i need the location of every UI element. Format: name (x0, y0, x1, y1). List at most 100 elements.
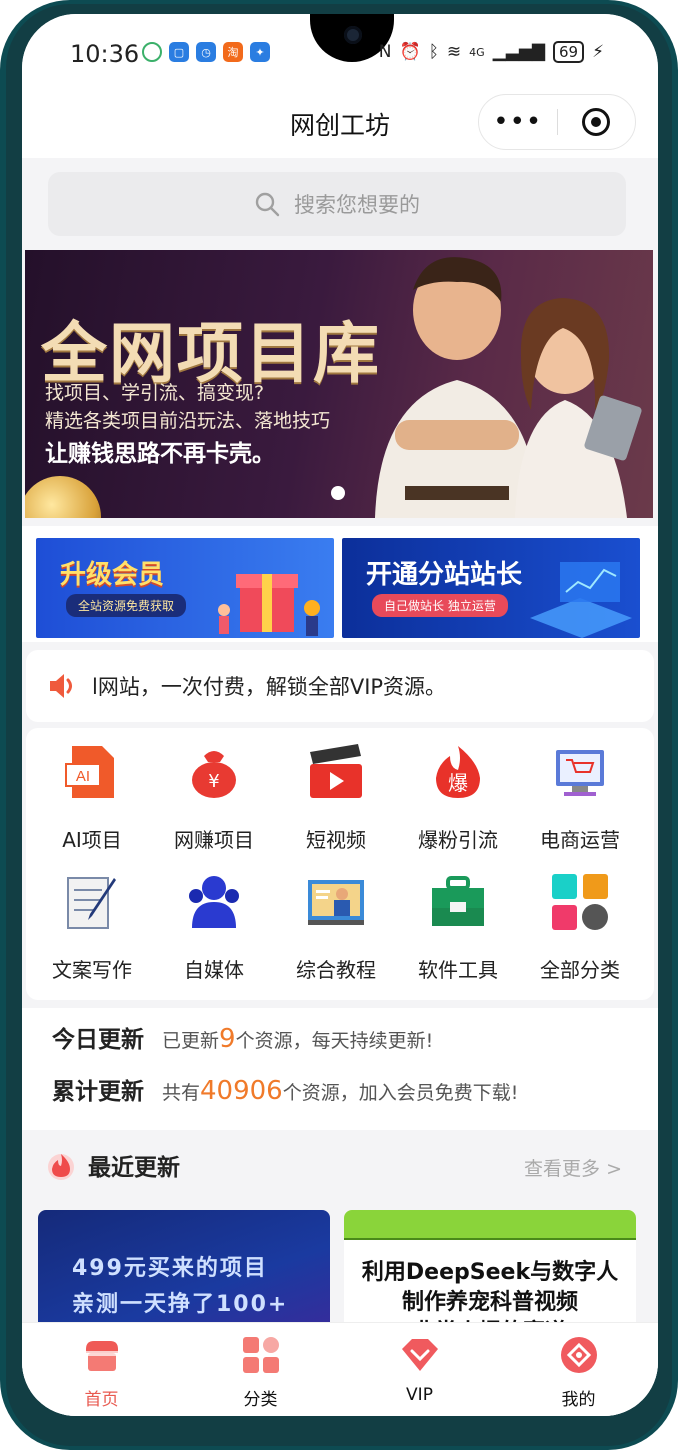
category-ecommerce[interactable]: 电商运营 (520, 728, 640, 852)
announcement-text: l网站，一次付费，解锁全部VIP资源。 (92, 675, 447, 699)
category-label: 短视频 (306, 828, 366, 852)
status-bar: 10:36 ▢ ◷ 淘 ✦ N ⏰ ᛒ ≋ 4G ▁▃▅▇ 69 ⚡ (22, 14, 658, 90)
category-label: AI项目 (62, 828, 122, 852)
today-update-row: 今日更新 已更新9个资源，每天持续更新! (52, 1020, 433, 1054)
tab-label: 首页 (84, 1390, 119, 1410)
more-menu-button[interactable]: ••• (479, 109, 557, 135)
sync-icon (142, 42, 162, 62)
tab-category[interactable]: 分类 (181, 1323, 340, 1416)
upgrade-vip-promo[interactable]: 升级会员 全站资源免费获取 (36, 538, 334, 638)
bulb-app-icon: ✦ (250, 42, 270, 62)
gift-box-icon (218, 574, 320, 636)
category-label: 网赚项目 (174, 828, 254, 852)
charging-icon: ⚡ (592, 42, 604, 62)
section-header: 最近更新 (46, 1148, 180, 1182)
fire-icon: 爆 (436, 746, 480, 798)
grid-icon (552, 874, 608, 930)
hero-banner[interactable]: 全网项目库 找项目、学引流、搞变现? 精选各类项目前沿玩法、落地技巧 让赚钱思路… (25, 250, 653, 518)
banner-line-3: 让赚钱思路不再卡壳。 (45, 441, 275, 467)
category-tutorials[interactable]: 综合教程 (276, 858, 396, 982)
close-program-button[interactable] (558, 108, 636, 136)
tab-label: VIP (406, 1385, 433, 1405)
category-self-media[interactable]: 自媒体 (154, 858, 274, 982)
update-stats: 今日更新 已更新9个资源，每天持续更新! 累计更新 共有40906个资源，加入会… (22, 1008, 658, 1130)
today-label: 今日更新 (52, 1027, 144, 1053)
gold-coin-image (25, 476, 101, 518)
promo-title: 升级会员 (60, 560, 165, 590)
ai-file-icon: AI (65, 746, 114, 798)
substation-owner-promo[interactable]: 开通分站站长 自己做站长 独立运营 (342, 538, 640, 638)
signal-icon: ▁▃▅▇ (492, 42, 545, 62)
promo-subtitle: 全站资源免费获取 (66, 594, 187, 617)
category-label: 自媒体 (184, 958, 244, 982)
total-prefix: 共有 (162, 1082, 201, 1104)
target-icon (582, 108, 611, 136)
card-line-1: 利用DeepSeek与数字人 (361, 1260, 619, 1285)
today-prefix: 已更新 (162, 1030, 220, 1052)
category-grid: AI AI项目 ¥ 网赚项目 短视频 爆 爆粉引流 电商运营 文案写作 自媒体 (26, 728, 654, 1000)
capsule-menu: ••• (478, 94, 636, 150)
promo-title: 开通分站站长 (366, 560, 523, 590)
recent-card-2[interactable]: 利用DeepSeek与数字人 制作养宠科普视频 非常火爆的赛道 (344, 1210, 636, 1340)
laptop-chart-icon (530, 562, 632, 638)
alarm-icon: ⏰ (399, 42, 421, 62)
notification-icons: ▢ ◷ 淘 ✦ (142, 42, 270, 62)
recent-card-1[interactable]: 499元买来的项目 亲测一天挣了100+ (38, 1210, 330, 1340)
category-software-tools[interactable]: 软件工具 (398, 858, 518, 982)
total-count: 40906 (200, 1076, 283, 1106)
tab-vip[interactable]: VIP (340, 1323, 499, 1416)
total-update-row: 累计更新 共有40906个资源，加入会员免费下载! (52, 1072, 518, 1106)
category-copywriting[interactable]: 文案写作 (32, 858, 152, 982)
search-icon (255, 192, 280, 217)
vip-diamond-icon (401, 1339, 438, 1371)
phone-frame: 10:36 ▢ ◷ 淘 ✦ N ⏰ ᛒ ≋ 4G ▁▃▅▇ 69 ⚡ 网创工坊 … (0, 0, 678, 1450)
speaker-icon (50, 674, 72, 698)
view-more-link[interactable]: 查看更多 > (524, 1154, 622, 1181)
total-value: 共有40906个资源，加入会员免费下载! (162, 1076, 518, 1106)
search-placeholder: 搜索您想要的 (294, 193, 420, 217)
shopping-cart-monitor-icon (556, 750, 604, 796)
flame-icon (48, 1154, 74, 1180)
toolbox-icon (432, 876, 484, 926)
tab-profile[interactable]: 我的 (499, 1323, 658, 1416)
bluetooth-icon: ᛒ (428, 42, 439, 62)
category-ai-projects[interactable]: AI AI项目 (32, 728, 152, 852)
category-fan-growth[interactable]: 爆 爆粉引流 (398, 728, 518, 852)
section-title: 最近更新 (88, 1155, 180, 1181)
category-label: 爆粉引流 (418, 828, 498, 852)
search-area: 搜索您想要的 (22, 158, 658, 252)
category-label: 文案写作 (52, 958, 132, 982)
category-label: 全部分类 (540, 958, 620, 982)
today-suffix: 个资源，每天持续更新! (235, 1030, 434, 1052)
category-label: 电商运营 (540, 828, 620, 852)
battery-level: 69 (552, 41, 585, 63)
today-value: 已更新9个资源，每天持续更新! (162, 1024, 433, 1054)
category-grid-icon (242, 1337, 279, 1373)
message-app-icon: ▢ (169, 42, 189, 62)
tutorial-screen-icon (308, 880, 364, 925)
category-label: 软件工具 (418, 958, 498, 982)
tab-home[interactable]: 首页 (22, 1323, 181, 1416)
mini-program-navbar: 网创工坊 ••• (22, 90, 658, 158)
card-ruler-strip (344, 1210, 636, 1240)
clapperboard-icon (310, 744, 362, 798)
wifi-icon: ≋ (446, 42, 462, 62)
today-count: 9 (219, 1024, 236, 1054)
svg-text:AI: AI (76, 768, 90, 785)
card-line-2: 制作养宠科普视频 (401, 1290, 578, 1315)
tab-label: 我的 (561, 1390, 596, 1410)
nfc-icon: N (378, 42, 392, 62)
document-pen-icon (67, 877, 116, 929)
banner-indicator-dot[interactable] (331, 486, 345, 500)
category-all[interactable]: 全部分类 (520, 858, 640, 982)
category-short-video[interactable]: 短视频 (276, 728, 396, 852)
total-suffix: 个资源，加入会员免费下载! (282, 1082, 519, 1104)
search-input[interactable]: 搜索您想要的 (48, 172, 626, 236)
category-online-earning[interactable]: ¥ 网赚项目 (154, 728, 274, 852)
category-label: 综合教程 (296, 958, 376, 982)
announcement-bar[interactable]: l网站，一次付费，解锁全部VIP资源。 (26, 650, 654, 722)
card-line-2: 亲测一天挣了100+ (72, 1292, 289, 1317)
bottom-tab-bar: 首页 分类 VIP 我的 (22, 1322, 658, 1416)
people-icon (189, 876, 239, 928)
banner-line-1: 找项目、学引流、搞变现? (45, 382, 265, 404)
